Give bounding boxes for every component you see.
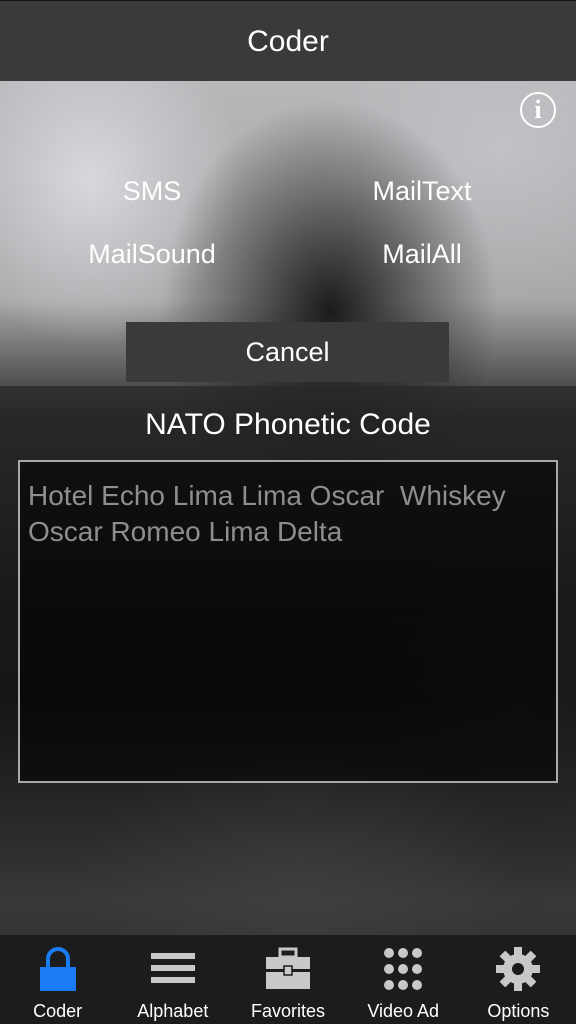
grid-icon: [384, 948, 423, 990]
tab-label: Options: [487, 1001, 550, 1021]
tab-favorites[interactable]: Favorites: [230, 935, 345, 1024]
briefcase-icon: [266, 947, 310, 989]
tab-options[interactable]: Options: [461, 935, 576, 1024]
gear-icon: [496, 947, 541, 991]
list-icon: [150, 953, 195, 983]
phonetic-output-textarea[interactable]: Hotel Echo Lima Lima Oscar Whiskey Oscar…: [18, 460, 558, 783]
info-icon: i: [534, 95, 542, 124]
navigation-bar: Coder: [0, 0, 576, 81]
lock-icon: [39, 947, 76, 991]
page-title: Coder: [247, 25, 329, 58]
tab-video-ad[interactable]: Video Ad: [346, 935, 461, 1024]
tab-alphabet[interactable]: Alphabet: [115, 935, 230, 1024]
section-title: NATO Phonetic Code: [145, 408, 431, 441]
info-button[interactable]: i: [520, 92, 556, 128]
tab-label: Favorites: [250, 1001, 326, 1021]
sms-button[interactable]: SMS: [42, 176, 262, 207]
mail-text-button[interactable]: MailText: [312, 176, 532, 207]
tab-coder[interactable]: Coder: [0, 935, 115, 1024]
mail-sound-button[interactable]: MailSound: [42, 239, 262, 270]
tab-label: Video Ad: [367, 1001, 440, 1021]
tab-label: Coder: [33, 1001, 83, 1021]
tab-bar: Coder Alphabet Favorites Video Ad Option…: [0, 935, 576, 1024]
tab-label: Alphabet: [137, 1001, 209, 1021]
mail-all-button[interactable]: MailAll: [312, 239, 532, 270]
cancel-button[interactable]: Cancel: [126, 322, 449, 382]
